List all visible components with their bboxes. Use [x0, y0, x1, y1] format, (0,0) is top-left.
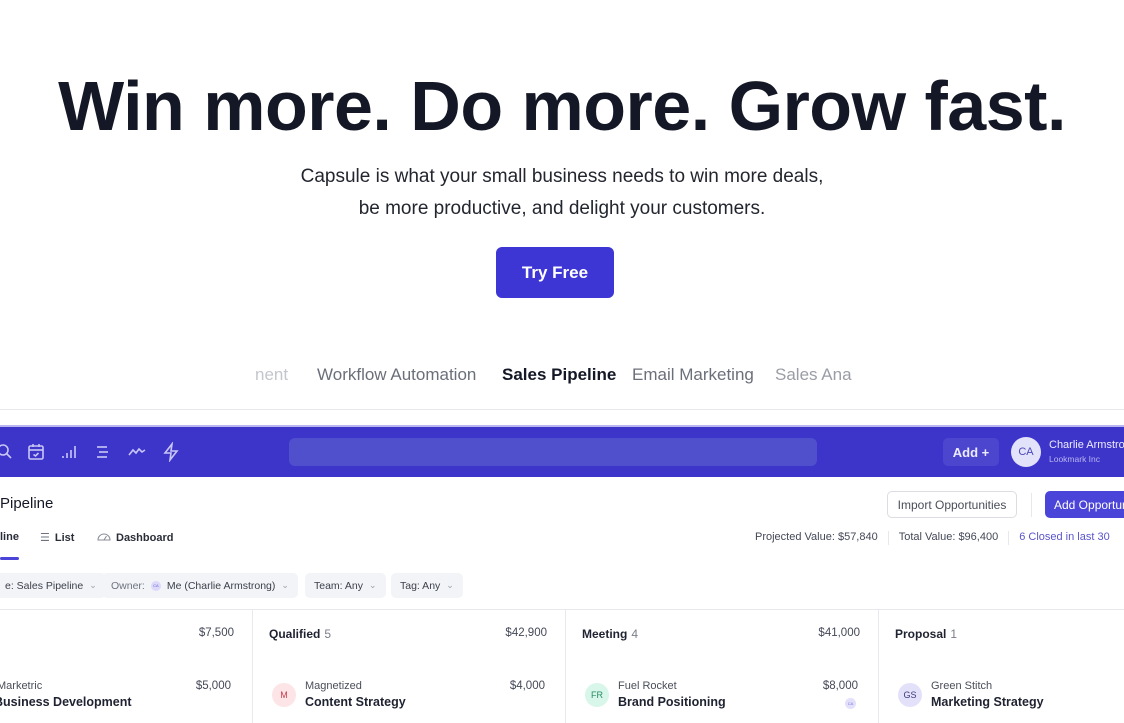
column-count: 5: [324, 627, 332, 641]
active-tab-indicator: [0, 557, 19, 560]
filter-owner[interactable]: Owner: CA Me (Charlie Armstrong) ⌄: [102, 573, 298, 598]
filter-tag[interactable]: Tag: Any ⌄: [391, 573, 463, 598]
column-total: $41,000: [818, 627, 860, 639]
pipeline-column: Proposal 1 GS Green Stitch Marketing Stra…: [879, 610, 1124, 723]
hero-subtitle-line: Capsule is what your small business need…: [300, 166, 824, 187]
owner-avatar: CA: [150, 580, 161, 591]
column-header: Meeting 4: [582, 627, 638, 641]
view-tab-label: List: [54, 531, 75, 544]
hero-title: Win more. Do more. Grow fast.: [58, 67, 1066, 145]
filter-value: Team: Any: [314, 579, 364, 592]
total-value: Total Value: $96,400: [898, 531, 999, 543]
card-value: $5,000: [195, 680, 231, 692]
list-icon: ☰: [40, 532, 50, 544]
filter-value: Tag: Any: [400, 579, 441, 592]
tabs-divider: [0, 409, 1124, 410]
pipeline-column: Meeting 4 $41,000 FR Fuel Rocket Brand Po…: [566, 610, 879, 723]
view-tab-label: line: [0, 531, 19, 543]
user-org: Lookmark Inc: [1049, 454, 1101, 464]
feature-tab-sales-analytics[interactable]: Sales Ana: [775, 365, 852, 385]
filter-value: e: Sales Pipeline: [5, 579, 84, 592]
view-tab-pipeline[interactable]: line: [0, 531, 19, 543]
search-icon[interactable]: [0, 442, 14, 462]
chevron-down-icon: ⌄: [446, 580, 454, 590]
add-button[interactable]: Add +: [943, 438, 999, 466]
column-total: $42,900: [505, 627, 547, 639]
company-avatar: FR: [585, 683, 609, 707]
chevron-down-icon: ⌄: [89, 580, 97, 590]
divider: [1008, 531, 1010, 545]
view-tab-label: Dashboard: [116, 531, 174, 544]
card-company: Fuel Rocket: [618, 680, 677, 692]
chevron-down-icon: ⌄: [369, 580, 377, 590]
feature-tabs: nent Workflow Automation Sales Pipeline …: [0, 362, 1124, 388]
card-company: Marketric: [0, 680, 43, 692]
filter-label: Owner:: [111, 579, 145, 592]
column-header: Proposal 1: [895, 627, 957, 641]
card-title[interactable]: Content Strategy: [305, 695, 406, 709]
hero-subtitle-line: be more productive, and delight your cus…: [358, 198, 766, 219]
pipeline-column: Qualified 5 $42,900 M Magnetized Content …: [253, 610, 566, 723]
card-value: $4,000: [509, 680, 545, 692]
column-name: Meeting: [582, 627, 628, 641]
card-title[interactable]: Business Development: [0, 695, 132, 709]
list-icon[interactable]: [93, 442, 113, 462]
feature-tab-sales-pipeline[interactable]: Sales Pipeline: [502, 365, 616, 385]
search-input[interactable]: [289, 438, 817, 466]
card-title[interactable]: Brand Positioning: [618, 695, 726, 709]
filter-team[interactable]: Team: Any ⌄: [305, 573, 386, 598]
column-name: Proposal: [895, 627, 947, 641]
card-company: Magnetized: [305, 680, 362, 692]
column-count: 1: [950, 627, 958, 641]
owner-avatar: CA: [845, 698, 856, 709]
divider: [1031, 493, 1032, 517]
feature-tab-email-marketing[interactable]: Email Marketing: [632, 365, 754, 385]
filter-value: Me (Charlie Armstrong): [166, 579, 276, 592]
pipeline-stats: Projected Value: $57,840 Total Value: $9…: [755, 531, 1110, 545]
page-title: Pipeline: [0, 495, 54, 512]
user-name: Charlie Armstrong: [1049, 439, 1124, 451]
add-opportunity-button[interactable]: Add Opportunity: [1045, 491, 1124, 518]
hero-subtitle: Capsule is what your small business need…: [0, 161, 1124, 225]
import-opportunities-button[interactable]: Import Opportunities: [887, 491, 1017, 518]
card-company: Green Stitch: [931, 680, 993, 692]
column-total: $7,500: [198, 627, 234, 639]
pipeline-column: $7,500 Marketric Business Development $5…: [0, 610, 253, 723]
view-tab-list[interactable]: ☰ List: [40, 531, 75, 545]
company-avatar: M: [272, 683, 296, 707]
filter-pipeline[interactable]: e: Sales Pipeline ⌄: [0, 573, 106, 598]
chevron-down-icon: ⌄: [281, 580, 289, 590]
closed-link[interactable]: 6 Closed in last 30: [1019, 531, 1110, 545]
column-name: Qualified: [269, 627, 321, 641]
divider: [887, 531, 889, 545]
column-count: 4: [631, 627, 639, 641]
company-avatar: GS: [898, 683, 922, 707]
dashboard-gauge-icon: [97, 531, 111, 544]
column-header: Qualified 5: [269, 627, 331, 641]
workflow-icon[interactable]: [161, 441, 181, 463]
user-avatar[interactable]: CA: [1011, 437, 1041, 467]
feature-tab-contact-management[interactable]: nent: [255, 365, 288, 385]
try-free-button[interactable]: Try Free: [496, 247, 614, 298]
feature-tab-workflow-automation[interactable]: Workflow Automation: [317, 365, 476, 385]
projected-value: Projected Value: $57,840: [755, 531, 878, 543]
calendar-icon[interactable]: [26, 442, 46, 462]
app-top-bar: Add + CA Charlie Armstrong Lookmark Inc: [0, 425, 1124, 477]
view-tab-dashboard[interactable]: Dashboard: [97, 531, 173, 544]
reports-icon[interactable]: [60, 442, 80, 462]
card-title[interactable]: Marketing Strategy: [931, 695, 1044, 709]
activity-icon[interactable]: [127, 442, 147, 462]
card-value: $8,000: [822, 680, 858, 692]
